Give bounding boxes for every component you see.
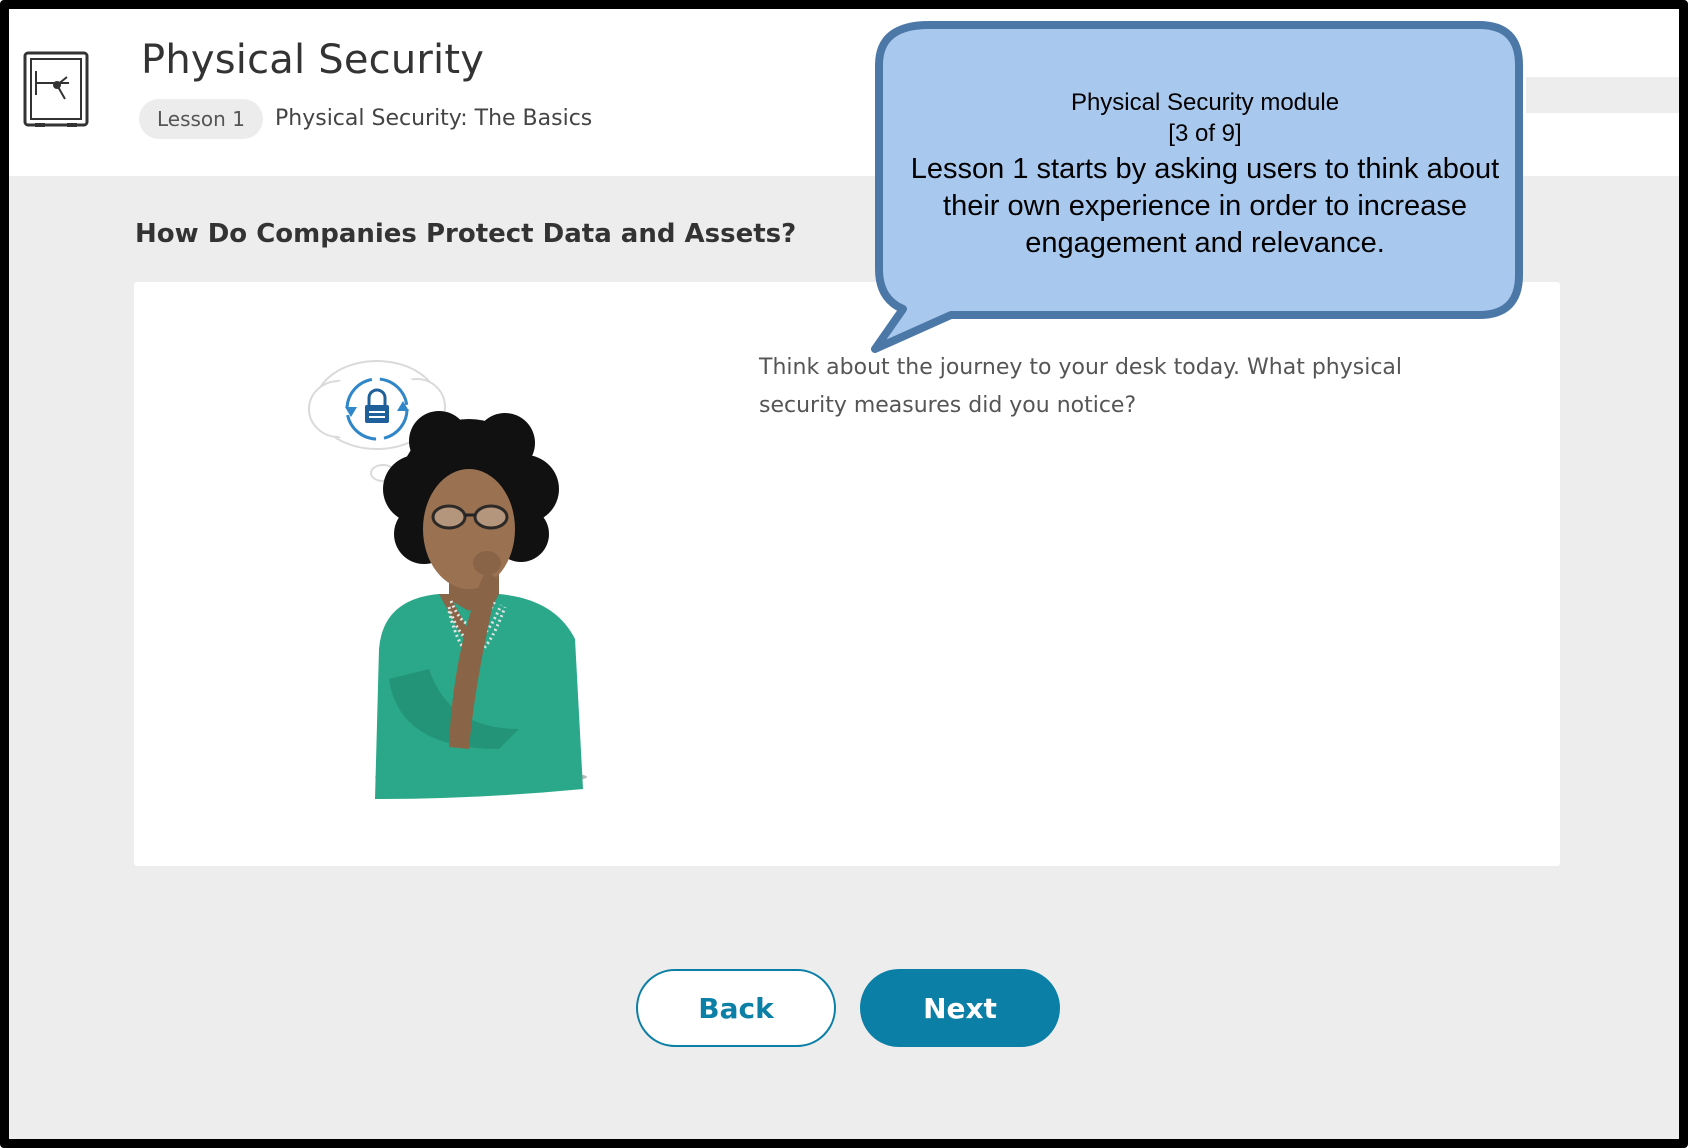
header-strip [1526,77,1679,113]
callout-count: [3 of 9] [1168,120,1242,147]
callout-module: Physical Security module [1070,89,1340,116]
callout-text: Physical Security module [3 of 9] Lesson… [909,87,1501,262]
lesson-title: Physical Security: The Basics [275,106,593,131]
back-button[interactable]: Back [636,969,836,1047]
lesson-badge: Lesson 1 [139,99,263,139]
prompt-text: Think about the journey to your desk tod… [759,355,1403,418]
safe-icon [23,51,89,127]
section-heading: How Do Companies Protect Data and Assets… [135,219,797,249]
app-frame: Physical Security Lesson 1 Physical Secu… [0,0,1688,1148]
thinking-woman-illustration [308,360,587,799]
next-button[interactable]: Next [860,969,1060,1047]
page-title: Physical Security [141,37,485,83]
callout-body: Lesson 1 starts by asking users to think… [910,153,1500,259]
